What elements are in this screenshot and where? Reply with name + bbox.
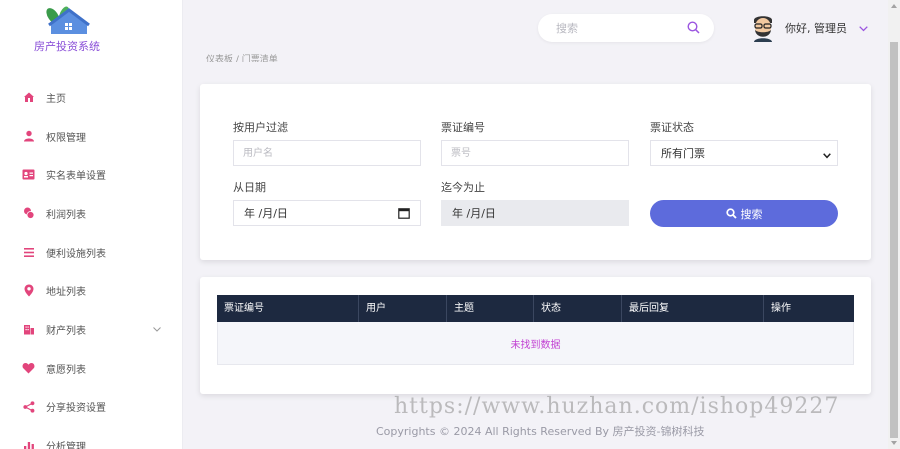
sidebar: 房产投资系统 主页 权限管理 实名表单设置 利润列表 便利设施列表 地址列表 财… xyxy=(0,0,183,449)
sidebar-item-label: 实名表单设置 xyxy=(46,171,106,183)
sidebar-item-realname-form[interactable]: 实名表单设置 xyxy=(0,155,183,194)
sidebar-item-label: 主页 xyxy=(46,93,66,105)
search-input[interactable] xyxy=(556,20,676,36)
table-empty-state: 未找到数据 xyxy=(217,322,854,365)
coins-icon xyxy=(22,207,35,220)
breadcrumb: 仪表板 / 门票清单 xyxy=(206,55,278,62)
column-header-user[interactable]: 用户 xyxy=(359,295,447,322)
sidebar-item-label: 权限管理 xyxy=(46,132,86,144)
page-scrollbar[interactable] xyxy=(888,0,900,449)
to-date-label: 迄今为止 xyxy=(441,181,485,194)
calendar-icon[interactable] xyxy=(398,207,410,222)
from-date-field[interactable]: 年 /月/日 xyxy=(233,200,421,226)
ticket-table-card: 票证编号 用户 主题 状态 最后回复 操作 未找到数据 xyxy=(200,277,871,394)
ticket-status-label: 票证状态 xyxy=(650,121,694,134)
to-date-field[interactable]: 年 /月/日 xyxy=(441,200,629,226)
ticket-status-select[interactable]: 所有门票 xyxy=(650,140,838,166)
logo-text: 房产投资系统 xyxy=(34,40,100,53)
to-date-value: 年 /月/日 xyxy=(452,207,496,220)
search-icon xyxy=(725,208,737,219)
map-marker-icon xyxy=(22,284,35,297)
ticket-table: 票证编号 用户 主题 状态 最后回复 操作 未找到数据 xyxy=(217,295,854,365)
column-header-subject[interactable]: 主题 xyxy=(447,295,534,322)
sidebar-item-label: 财产列表 xyxy=(46,325,86,337)
share-icon xyxy=(22,400,35,413)
ticket-number-field[interactable] xyxy=(441,140,629,166)
column-header-actions: 操作 xyxy=(771,303,791,314)
scroll-up-arrow-icon[interactable] xyxy=(891,4,897,8)
id-card-icon xyxy=(22,168,35,181)
ticket-status-value: 所有门票 xyxy=(661,147,705,160)
ticket-number-label: 票证编号 xyxy=(441,121,485,134)
sidebar-item-wishlist[interactable]: 意愿列表 xyxy=(0,349,183,388)
watermark: https://www.huzhan.com/ishop49227 xyxy=(394,394,840,419)
ticket-filter-card: 按用户过滤 票证编号 票证状态 所有门票 从日期 年 /月/日 迄今为止 年 /… xyxy=(200,84,871,260)
sidebar-item-home[interactable]: 主页 xyxy=(0,78,183,117)
chevron-down-icon[interactable] xyxy=(153,323,161,335)
username-field[interactable] xyxy=(233,140,421,166)
chevron-down-icon[interactable] xyxy=(859,23,868,35)
sidebar-item-property-list[interactable]: 财产列表 xyxy=(0,310,183,349)
topbar: 你好, 管理员 xyxy=(183,0,888,56)
header-search xyxy=(538,14,714,42)
building-icon xyxy=(22,323,35,336)
sidebar-item-share-invest[interactable]: 分享投资设置 xyxy=(0,388,183,427)
user-icon xyxy=(22,130,35,143)
table-header: 票证编号 用户 主题 状态 最后回复 操作 xyxy=(217,295,854,322)
from-date-label: 从日期 xyxy=(233,181,266,194)
user-greeting[interactable]: 你好, 管理员 xyxy=(785,20,847,36)
sidebar-item-label: 便利设施列表 xyxy=(46,248,106,260)
heart-icon xyxy=(22,362,35,375)
footer-copyright: Copyrights © 2024 All Rights Reserved By… xyxy=(376,425,705,438)
user-filter-label: 按用户过滤 xyxy=(233,121,288,134)
from-date-value: 年 /月/日 xyxy=(244,207,288,220)
sidebar-item-label: 利润列表 xyxy=(46,209,86,221)
sidebar-item-address-list[interactable]: 地址列表 xyxy=(0,271,183,310)
search-icon[interactable] xyxy=(687,21,700,37)
column-header-last-reply[interactable]: 最后回复 xyxy=(622,295,764,322)
sidebar-item-label: 分析管理 xyxy=(46,442,86,449)
home-icon xyxy=(22,91,35,104)
sidebar-item-permissions[interactable]: 权限管理 xyxy=(0,117,183,156)
sidebar-item-amenities[interactable]: 便利设施列表 xyxy=(0,233,183,272)
avatar[interactable] xyxy=(751,14,775,42)
sidebar-item-label: 分享投资设置 xyxy=(46,403,106,415)
sidebar-item-label: 意愿列表 xyxy=(46,364,86,376)
search-button-label: 搜索 xyxy=(740,207,763,221)
scroll-thumb[interactable] xyxy=(890,42,898,438)
search-button[interactable]: 搜索 xyxy=(650,200,838,227)
logo[interactable]: 房产投资系统 xyxy=(0,6,134,56)
sidebar-item-profit-list[interactable]: 利润列表 xyxy=(0,194,183,233)
sidebar-menu: 主页 权限管理 实名表单设置 利润列表 便利设施列表 地址列表 财产列表 意愿列… xyxy=(0,78,183,449)
scroll-down-arrow-icon[interactable] xyxy=(891,441,897,445)
bar-chart-icon xyxy=(22,439,35,449)
column-header-status[interactable]: 状态 xyxy=(534,295,622,322)
chevron-down-icon xyxy=(823,149,831,162)
list-icon xyxy=(22,246,35,259)
sidebar-item-analytics[interactable]: 分析管理 xyxy=(0,426,183,449)
house-logo-icon xyxy=(46,6,90,34)
sidebar-item-label: 地址列表 xyxy=(46,287,86,299)
column-header-ticket-number[interactable]: 票证编号 xyxy=(217,295,359,322)
